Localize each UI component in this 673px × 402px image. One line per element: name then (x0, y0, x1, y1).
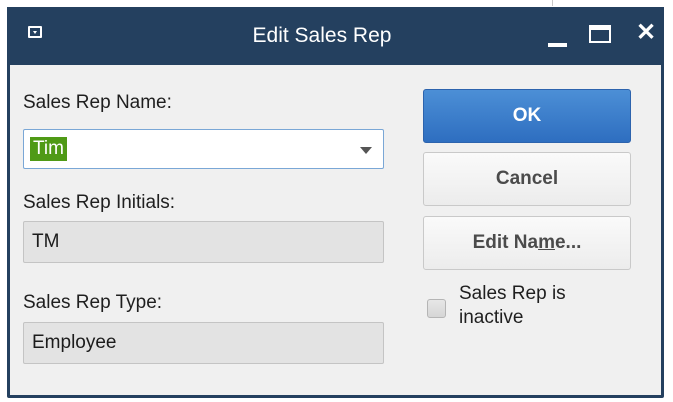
edit-name-button[interactable]: Edit Name... (423, 216, 631, 270)
cancel-button[interactable]: Cancel (423, 152, 631, 206)
maximize-icon[interactable] (589, 25, 611, 43)
ok-button[interactable]: OK (423, 89, 631, 143)
minimize-icon[interactable] (548, 43, 567, 47)
edit-sales-rep-dialog: Edit Sales Rep ✕ Sales Rep Name: Tim Sal… (7, 7, 664, 398)
sales-rep-initials-label: Sales Rep Initials: (23, 192, 176, 213)
sales-rep-inactive-label[interactable]: Sales Rep is inactive (459, 282, 619, 330)
sales-rep-inactive-checkbox[interactable] (427, 299, 446, 318)
dialog-content: Sales Rep Name: Tim Sales Rep Initials: … (10, 65, 661, 395)
chevron-down-icon[interactable] (360, 147, 372, 154)
inactive-label-line-1: Sales Rep is (459, 283, 566, 304)
edit-name-mnemonic: m (538, 232, 555, 253)
system-menu-icon[interactable] (28, 26, 42, 38)
sales-rep-initials-field[interactable]: TM (23, 221, 384, 263)
sales-rep-name-label: Sales Rep Name: (23, 92, 172, 113)
sales-rep-name-combobox[interactable]: Tim (23, 129, 384, 169)
sales-rep-type-label: Sales Rep Type: (23, 292, 163, 313)
window-title: Edit Sales Rep (252, 24, 392, 47)
sales-rep-name-value[interactable]: Tim (30, 137, 67, 161)
sales-rep-type-field[interactable]: Employee (23, 322, 384, 364)
close-icon[interactable]: ✕ (636, 21, 656, 45)
edit-name-label-start: Edit Na (472, 232, 539, 253)
edit-name-label-end: e... (554, 232, 582, 253)
title-bar[interactable]: Edit Sales Rep ✕ (7, 7, 664, 65)
inactive-label-line-2: inactive (459, 307, 524, 328)
background-tick-mark (552, 0, 553, 6)
